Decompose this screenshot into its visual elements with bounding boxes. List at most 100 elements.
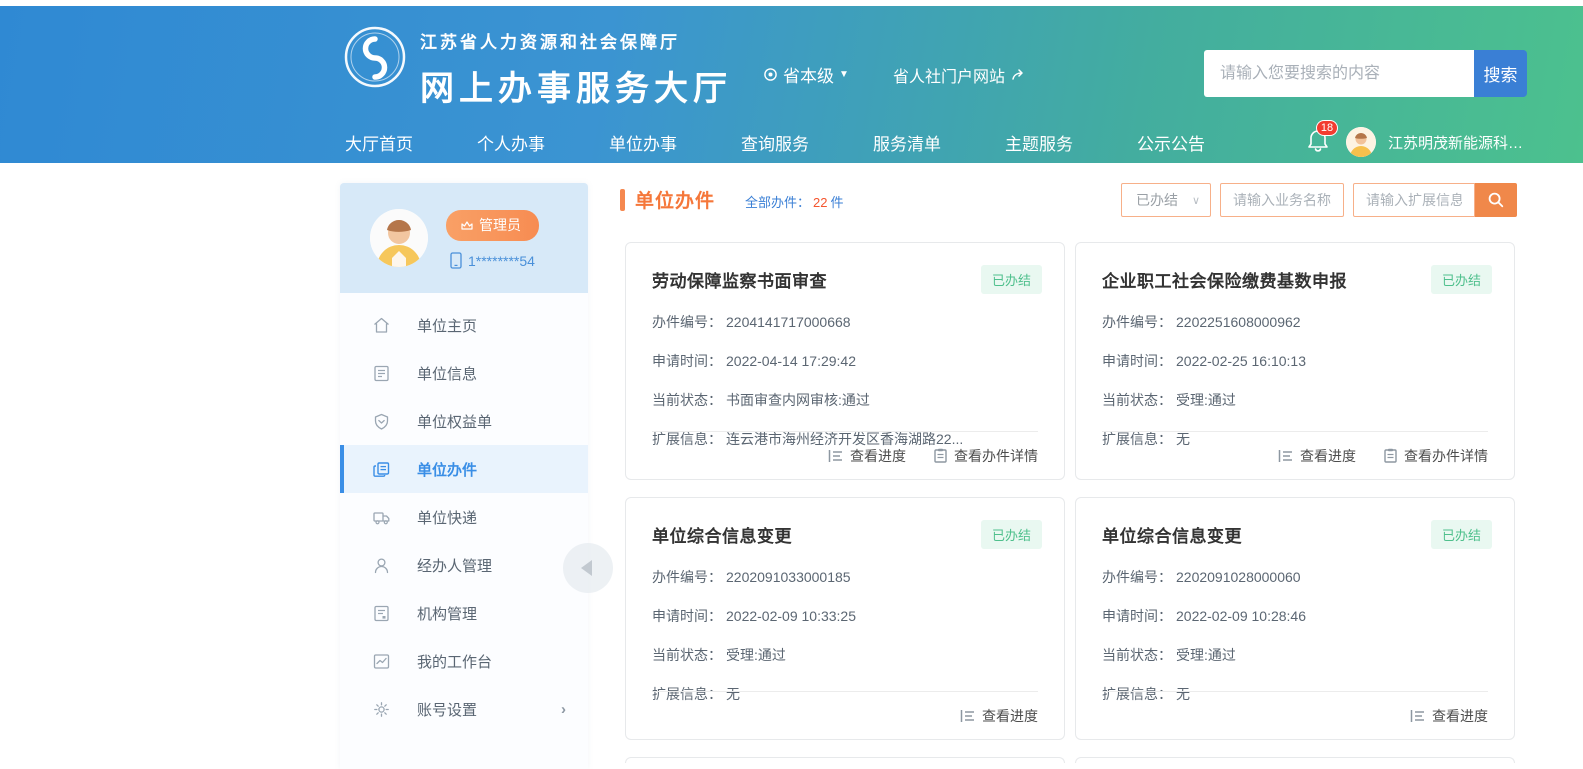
card-footer: 查看进度 查看办件详情 [1102, 431, 1488, 479]
nav-item-home[interactable]: 大厅首页 [345, 130, 413, 155]
view-progress-label: 查看进度 [850, 446, 906, 466]
person-icon [372, 556, 391, 575]
agency-logo-icon [343, 25, 407, 89]
sidebar-item-workbench[interactable]: 我的工作台 [340, 637, 588, 685]
view-detail-label: 查看办件详情 [954, 446, 1038, 466]
section-title: 单位办件 [635, 186, 715, 213]
total-unit: 件 [831, 195, 844, 210]
main-nav: 大厅首页 个人办事 单位办事 查询服务 服务清单 主题服务 公示公告 18 江苏… [0, 121, 1583, 163]
section-header: 单位办件 全部办件：22件 [620, 186, 844, 213]
case-card-partial [625, 757, 1065, 763]
card-footer: 查看进度 查看办件详情 [652, 431, 1038, 479]
sidebar-item-label: 单位办件 [417, 459, 477, 480]
case-field: 当前状态：受理:通过 [1102, 645, 1488, 665]
notification-count-badge: 18 [1316, 120, 1338, 136]
card-footer: 查看进度 [1102, 691, 1488, 739]
search-input[interactable] [1204, 50, 1474, 97]
sidebar-item-agent-management[interactable]: 经办人管理 [340, 541, 588, 589]
magnifier-icon [1487, 191, 1505, 209]
case-card: 单位综合信息变更 已办结 办件编号：2202091028000060 申请时间：… [1075, 497, 1515, 740]
user-avatar[interactable] [1346, 127, 1376, 157]
field-value: 2204141717000668 [726, 314, 851, 330]
case-fields: 办件编号：2202091028000060 申请时间：2022-02-09 10… [1102, 567, 1488, 704]
case-field: 办件编号：2202091028000060 [1102, 567, 1488, 587]
case-field: 申请时间：2022-02-09 10:28:46 [1102, 606, 1488, 626]
case-card-partial [1075, 757, 1515, 763]
brand-row: 江苏省人力资源和社会保障厅 网上办事服务大厅 省本级 ▼ 省人社门户网站 搜索 [0, 6, 1583, 121]
nav-item-theme[interactable]: 主题服务 [1005, 130, 1073, 155]
nav-item-announcements[interactable]: 公示公告 [1137, 130, 1205, 155]
view-progress-link[interactable]: 查看进度 [828, 446, 906, 466]
sidebar-item-unit-info[interactable]: 单位信息 [340, 349, 588, 397]
gear-icon [372, 700, 391, 719]
sidebar-item-label: 经办人管理 [417, 555, 492, 576]
nav-item-organization[interactable]: 单位办事 [609, 130, 677, 155]
sidebar-item-unit-home[interactable]: 单位主页 [340, 301, 588, 349]
sidebar: 管理员 1********54 单位主页 单位信息 [340, 183, 588, 769]
sidebar-item-unit-cases[interactable]: 单位办件 [340, 445, 588, 493]
view-progress-label: 查看进度 [1432, 706, 1488, 726]
company-name[interactable]: 江苏明茂新能源科… [1388, 132, 1523, 153]
status-filter-dropdown[interactable]: 已办结 ∨ [1121, 183, 1211, 217]
view-detail-link[interactable]: 查看办件详情 [1384, 446, 1488, 466]
chevron-down-icon: ▼ [839, 69, 849, 80]
field-label: 申请时间： [652, 353, 722, 369]
sidebar-item-unit-express[interactable]: 单位快递 [340, 493, 588, 541]
external-arrow-icon [1011, 68, 1027, 82]
case-card: 企业职工社会保险缴费基数申报 已办结 办件编号：2202251608000962… [1075, 242, 1515, 480]
progress-list-icon [1410, 709, 1425, 723]
case-field: 申请时间：2022-02-25 16:10:13 [1102, 351, 1488, 371]
case-field: 当前状态：受理:通过 [652, 645, 1038, 665]
notification-bell-icon[interactable]: 18 [1304, 127, 1334, 157]
sidebar-item-label: 单位信息 [417, 363, 477, 384]
profile-avatar [370, 209, 428, 267]
case-card: 劳动保障监察书面审查 已办结 办件编号：2204141717000668 申请时… [625, 242, 1065, 480]
extension-info-input[interactable] [1353, 183, 1475, 217]
filter-search-button[interactable] [1475, 183, 1517, 217]
field-label: 办件编号： [652, 314, 722, 330]
filter-bar: 已办结 ∨ [1121, 183, 1517, 217]
view-progress-label: 查看进度 [1300, 446, 1356, 466]
case-fields: 办件编号：2202091033000185 申请时间：2022-02-09 10… [652, 567, 1038, 704]
chevron-right-icon: › [561, 701, 566, 718]
field-value: 2022-04-14 17:29:42 [726, 353, 856, 369]
collapse-left-icon [581, 560, 592, 576]
view-detail-link[interactable]: 查看办件详情 [934, 446, 1038, 466]
brand-titles: 江苏省人力资源和社会保障厅 网上办事服务大厅 [420, 28, 732, 110]
view-progress-link[interactable]: 查看进度 [960, 706, 1038, 726]
view-progress-link[interactable]: 查看进度 [1410, 706, 1488, 726]
chevron-down-icon: ∨ [1192, 194, 1200, 207]
total-cases: 全部办件：22件 [745, 192, 844, 211]
field-label: 办件编号： [652, 569, 722, 585]
nav-user-area: 18 江苏明茂新能源科… [1304, 121, 1523, 163]
region-selector[interactable]: 省本级 ▼ [763, 62, 849, 87]
field-label: 当前状态： [652, 392, 722, 408]
sidebar-item-org-management[interactable]: 机构管理 [340, 589, 588, 637]
case-field: 办件编号：2204141717000668 [652, 312, 1038, 332]
field-value: 2022-02-09 10:33:25 [726, 608, 856, 624]
clipboard-icon [934, 448, 947, 463]
sidebar-item-label: 单位快递 [417, 507, 477, 528]
field-value: 书面审查内网审核:通过 [726, 392, 870, 408]
view-progress-link[interactable]: 查看进度 [1278, 446, 1356, 466]
phone-row: 1********54 [450, 252, 535, 269]
business-name-input[interactable] [1220, 183, 1344, 217]
field-value: 2202091033000185 [726, 569, 851, 585]
field-label: 申请时间： [1102, 353, 1172, 369]
sidebar-item-unit-rights[interactable]: 单位权益单 [340, 397, 588, 445]
sidebar-item-account-settings[interactable]: 账号设置 › [340, 685, 588, 733]
nav-item-personal[interactable]: 个人办事 [477, 130, 545, 155]
header: 江苏省人力资源和社会保障厅 网上办事服务大厅 省本级 ▼ 省人社门户网站 搜索 [0, 6, 1583, 163]
case-card: 单位综合信息变更 已办结 办件编号：2202091033000185 申请时间：… [625, 497, 1065, 740]
field-label: 申请时间： [1102, 608, 1172, 624]
nav-item-query[interactable]: 查询服务 [741, 130, 809, 155]
nav-item-service-list[interactable]: 服务清单 [873, 130, 941, 155]
portal-link[interactable]: 省人社门户网站 [893, 63, 1027, 87]
sidebar-item-label: 账号设置 [417, 699, 477, 720]
search-button[interactable]: 搜索 [1474, 50, 1527, 97]
field-value: 2202251608000962 [1176, 314, 1301, 330]
sidebar-collapse-button[interactable] [563, 543, 613, 593]
home-icon [372, 316, 391, 335]
badge-icon [372, 412, 391, 431]
case-field: 申请时间：2022-04-14 17:29:42 [652, 351, 1038, 371]
